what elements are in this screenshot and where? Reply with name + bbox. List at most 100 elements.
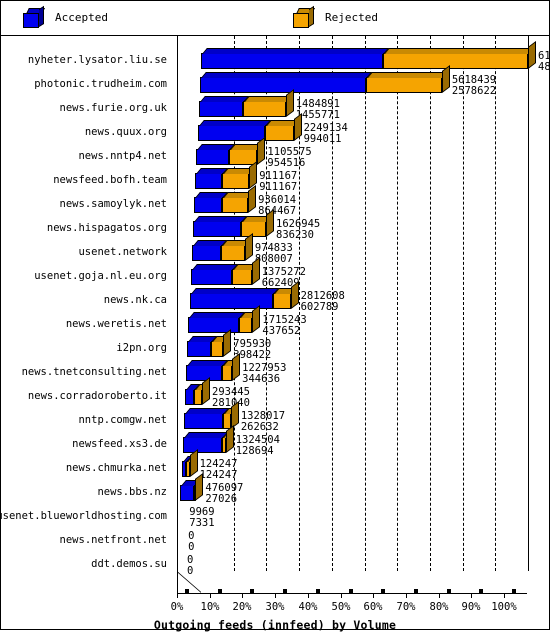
bar-segment-rejected[interactable] (222, 360, 239, 381)
bar-segment-rejected[interactable] (241, 216, 273, 237)
x-axis-tick (504, 593, 505, 598)
bar-segment-rejected[interactable] (211, 336, 230, 357)
bar-segment-rejected[interactable] (383, 48, 535, 69)
bar-row: news.netfront.net 0 0 (1, 528, 549, 553)
bar-row: i2pn.org 795930 398422 (1, 328, 549, 361)
bar-segment-accepted[interactable] (193, 216, 248, 237)
x-axis-label: 80% (429, 601, 449, 613)
x-axis-label: 70% (396, 601, 416, 613)
bar-segment-accepted[interactable] (186, 360, 229, 381)
bar-segment-accepted[interactable] (189, 288, 279, 309)
bar-segment-accepted[interactable] (187, 336, 218, 357)
value-rejected: 0 (187, 565, 194, 577)
bar-value-labels: 1715243 437652 (262, 315, 306, 337)
row-label: ddt.demos.su (91, 558, 167, 570)
row-label: newsfeed.bofh.team (53, 174, 167, 186)
row-label: news.furie.org.uk (59, 102, 167, 114)
bar-segment-rejected[interactable] (222, 168, 256, 189)
bar-row: news.nntp4.net 1105575 954516 (1, 136, 549, 169)
x-axis-label: 60% (363, 601, 383, 613)
row-label: nntp.comgw.net (78, 414, 167, 426)
bar-segment-accepted[interactable] (188, 312, 246, 333)
bar-row: newsfeed.xs3.de 1324504 128694 (1, 424, 549, 457)
x-axis-label: 20% (232, 601, 252, 613)
bar-row: news.bbs.nz 476097 27026 (1, 472, 549, 505)
row-label: news.samoylyk.net (59, 198, 167, 210)
bar-segment-rejected[interactable] (242, 96, 292, 117)
bar-segment-rejected[interactable] (220, 240, 251, 261)
bar-end-face (266, 208, 274, 237)
bar-row: news.hispagatos.org 1626945 836230 (1, 208, 549, 241)
bar-top-face (202, 48, 390, 54)
bar-top-face (189, 312, 246, 318)
bar-segment-rejected[interactable] (194, 384, 209, 405)
bar-segment-rejected[interactable] (264, 120, 300, 141)
bar-end-face (528, 40, 536, 69)
bar-end-face (293, 112, 302, 141)
bar-segment-accepted[interactable] (190, 264, 238, 285)
bar-row: nntp.comgw.net 1328017 262632 (1, 400, 549, 433)
plot-area: nyheter.lysator.liu.se61545214895309phot… (0, 36, 550, 632)
cube-icon-rejected (293, 5, 315, 29)
bar-segment-rejected[interactable] (365, 72, 448, 93)
bar-segment-accepted[interactable] (198, 96, 249, 117)
x-axis-depth-marker (316, 589, 320, 593)
bar-segment-accepted[interactable] (194, 192, 229, 213)
bar-value-labels: 911167 911167 (259, 171, 297, 193)
bar-segment-accepted[interactable] (199, 72, 372, 93)
bar-rows: nyheter.lysator.liu.se61545214895309phot… (0, 36, 550, 606)
bar-segment-accepted[interactable] (196, 144, 236, 165)
bar-end-face (252, 304, 261, 333)
row-label: news.hispagatos.org (46, 222, 167, 234)
bar-row: news.chmurka.net 124247 124247 (1, 448, 549, 481)
bar-end-face (244, 232, 253, 261)
bar-value-labels: 124247 124247 (200, 459, 238, 481)
bar-segment-accepted[interactable] (197, 120, 271, 141)
bar-segment-rejected[interactable] (231, 264, 258, 285)
row-label: news.weretis.net (65, 318, 167, 330)
bar-segment-accepted[interactable] (182, 432, 228, 453)
bar-segment-accepted[interactable] (195, 168, 229, 189)
bar-segment-rejected[interactable] (272, 288, 297, 309)
x-axis-tick (341, 593, 342, 598)
bar-row: news.quux.org 2249134 994011 (1, 112, 549, 145)
bar-end-face (189, 448, 198, 477)
bar-end-face (257, 136, 266, 165)
bar-value-labels: 1105575 954516 (267, 147, 311, 169)
chart-window: Accepted Rejected nyheter.lysator.liu.se… (0, 0, 550, 632)
bar-end-face (223, 328, 232, 357)
x-axis-depth-marker (218, 589, 222, 593)
bar-segment-accepted[interactable] (201, 48, 390, 69)
bar-value-labels: 00 (188, 531, 194, 553)
bar-segment-accepted[interactable] (183, 408, 229, 429)
bar-value-labels: 974833 808007 (255, 243, 293, 265)
row-label: newsfeed.xs3.de (72, 438, 167, 450)
bar-top-face (198, 120, 271, 126)
x-axis-depth-marker (512, 589, 516, 593)
bar-value-labels: 1626945 836230 (276, 219, 320, 241)
bar-end-face (251, 256, 260, 285)
x-axis-depth-marker (381, 589, 385, 593)
bar-value-labels: 476097 27026 (205, 483, 243, 505)
bar-segment-accepted[interactable] (185, 384, 201, 405)
bar-row: news.samoylyk.net 936014 864467 (1, 184, 549, 217)
bar-end-face (249, 160, 258, 189)
bar-row: newsfeed.bofh.team 911167 911167 (1, 160, 549, 193)
x-axis-label: 10% (200, 601, 220, 613)
row-label: news.netfront.net (59, 534, 167, 546)
bar-segment-rejected[interactable] (239, 312, 259, 333)
bar-segment-rejected[interactable] (185, 456, 196, 477)
bar-top-face (199, 96, 249, 102)
bar-segment-rejected[interactable] (222, 192, 255, 213)
row-label: news.corradoroberto.it (27, 390, 167, 402)
row-label: usenet.network (78, 246, 167, 258)
y-axis-line (177, 36, 178, 571)
bar-top-face (194, 216, 248, 222)
bar-end-face (195, 472, 204, 501)
x-axis-tick (308, 593, 309, 598)
bar-value-labels: 1375272 662409 (262, 267, 306, 289)
bar-segment-accepted[interactable] (180, 480, 201, 501)
row-label: news.tnetconsulting.net (21, 366, 167, 378)
bar-end-face (225, 424, 234, 453)
bar-segment-accepted[interactable] (191, 240, 227, 261)
